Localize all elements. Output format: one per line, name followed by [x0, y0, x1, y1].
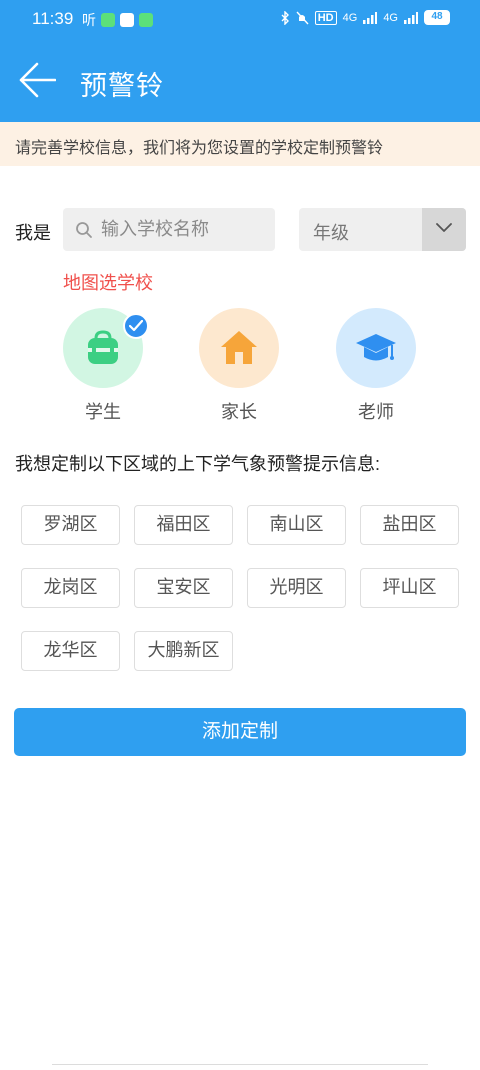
district-pingshan[interactable]: 坪山区: [360, 568, 459, 608]
role-teacher-label: 老师: [358, 402, 394, 422]
role-student-label: 学生: [85, 402, 121, 422]
status-indicators: HD 4G 4G 48: [281, 10, 450, 25]
status-bar: 11:39 听 HD 4G 4G 48: [0, 0, 480, 38]
bluetooth-icon: [281, 10, 289, 25]
notice-banner: 请完善学校信息，我们将为您设置的学校定制预警铃: [0, 122, 480, 166]
search-icon: [76, 222, 92, 238]
signal-icon: [363, 11, 378, 24]
school-search[interactable]: [63, 208, 275, 251]
district-baoan[interactable]: 宝安区: [134, 568, 233, 608]
map-select-school-link[interactable]: 地图选学校: [63, 269, 153, 295]
chevron-down-icon: [436, 223, 452, 232]
grade-select[interactable]: 年级: [299, 208, 466, 251]
selected-check-icon: [123, 313, 149, 339]
role-parent[interactable]: 家长: [199, 308, 279, 424]
grade-select-value: 年级: [313, 223, 349, 243]
back-button[interactable]: [18, 62, 57, 98]
house-icon: [221, 331, 257, 364]
iam-label: 我是: [15, 223, 51, 243]
status-notifications: 听: [82, 10, 153, 30]
hd-indicator: HD: [314, 10, 337, 25]
district-futian[interactable]: 福田区: [134, 505, 233, 545]
district-luohu[interactable]: 罗湖区: [21, 505, 120, 545]
role-student-circle: [63, 308, 149, 388]
role-teacher[interactable]: 老师: [336, 308, 416, 424]
grade-dropdown-toggle[interactable]: [422, 208, 466, 251]
role-student[interactable]: 学生: [63, 308, 149, 424]
listen-app-icon: 听: [82, 12, 96, 28]
page-title: 预警铃: [80, 71, 164, 101]
mute-icon: [296, 11, 309, 24]
district-longhua[interactable]: 龙华区: [21, 631, 120, 671]
district-nanshan[interactable]: 南山区: [247, 505, 346, 545]
district-dapeng[interactable]: 大鹏新区: [134, 631, 233, 671]
school-search-input[interactable]: [101, 208, 271, 251]
add-subscription-button[interactable]: 添加定制: [14, 708, 466, 756]
iqiyi-app-icon: [139, 13, 153, 27]
network-4g-1: 4G: [342, 11, 358, 24]
role-parent-label: 家长: [221, 402, 257, 422]
network-4g-2: 4G: [383, 11, 398, 24]
backpack-icon: [88, 330, 118, 364]
signal-icon-2: [404, 11, 418, 24]
graduation-cap-icon: [356, 334, 396, 361]
video-app-icon: [101, 13, 115, 27]
arrow-left-icon: [19, 62, 57, 98]
district-longgang[interactable]: 龙岗区: [21, 568, 120, 608]
app-header: 11:39 听 HD 4G 4G 48 预警铃: [0, 0, 480, 122]
role-teacher-circle: [336, 308, 416, 388]
status-time: 11:39: [32, 9, 74, 28]
districts-title: 我想定制以下区域的上下学气象预警提示信息:: [15, 454, 380, 474]
district-guangming[interactable]: 光明区: [247, 568, 346, 608]
battery-icon: 48: [424, 10, 450, 25]
bottom-divider: [52, 1064, 428, 1070]
role-parent-circle: [199, 308, 279, 388]
district-yantian[interactable]: 盐田区: [360, 505, 459, 545]
photo-app-icon: [120, 13, 134, 27]
